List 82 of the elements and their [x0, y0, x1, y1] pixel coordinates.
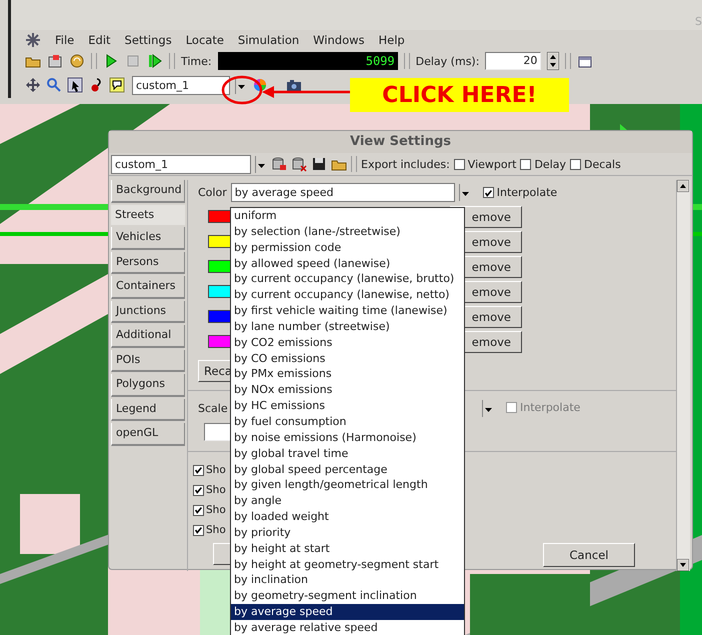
- checkbox[interactable]: [193, 464, 204, 476]
- camera-icon[interactable]: [286, 77, 302, 93]
- settings-tab[interactable]: Persons: [111, 252, 185, 274]
- settings-tab[interactable]: POIs: [111, 350, 185, 372]
- show-option: Sho: [206, 524, 226, 536]
- save-icon[interactable]: [311, 156, 327, 172]
- export-option: Decals: [584, 158, 621, 170]
- dropdown-option[interactable]: by priority: [231, 524, 464, 541]
- menu-item[interactable]: Simulation: [238, 33, 300, 47]
- dropdown-option[interactable]: by given length/geometrical length: [231, 477, 464, 494]
- time-label: Time:: [181, 54, 212, 68]
- show-option: Sho: [206, 484, 226, 496]
- scroll-up-icon[interactable]: [677, 180, 689, 192]
- settings-tab[interactable]: openGL: [111, 423, 185, 446]
- cancel-button[interactable]: Cancel: [543, 543, 635, 567]
- menu-item[interactable]: File: [55, 33, 74, 47]
- dropdown-option[interactable]: by global travel time: [231, 446, 464, 462]
- settings-tab[interactable]: Containers: [111, 276, 185, 298]
- time-display: 5099: [218, 52, 398, 70]
- dropdown-option[interactable]: by average speed: [231, 604, 464, 620]
- interpolate-option: Interpolate: [520, 400, 580, 414]
- color-combo[interactable]: by average speed: [230, 182, 455, 202]
- highlight-ring: [221, 75, 263, 105]
- checkbox[interactable]: [520, 158, 532, 170]
- export-option: Viewport: [468, 158, 516, 170]
- settings-tab[interactable]: Background: [111, 180, 185, 202]
- settings-tab[interactable]: Legend: [111, 398, 185, 421]
- checkbox[interactable]: [193, 484, 204, 496]
- spinner-icon[interactable]: [547, 52, 560, 70]
- show-option: Sho: [206, 504, 226, 516]
- scale-label: Scale: [198, 402, 228, 414]
- dropdown-option[interactable]: by height at start: [231, 540, 464, 557]
- color-wheel-icon[interactable]: [252, 77, 268, 93]
- menu-item[interactable]: Settings: [124, 33, 172, 47]
- settings-tab[interactable]: Polygons: [111, 374, 185, 396]
- menu-item[interactable]: Edit: [88, 33, 111, 47]
- dialog-title: View Settings: [109, 131, 692, 153]
- show-option: Sho: [206, 464, 226, 476]
- checkbox[interactable]: [454, 158, 465, 170]
- scroll-down-icon[interactable]: [677, 559, 689, 571]
- dropdown-option[interactable]: by average relative speed: [231, 620, 464, 635]
- database-add-icon[interactable]: [271, 156, 287, 172]
- callout-banner: CLICK HERE!: [350, 78, 569, 112]
- dropdown-option[interactable]: by global speed percentage: [231, 462, 464, 478]
- checkbox[interactable]: [193, 524, 204, 536]
- scrollbar[interactable]: [676, 180, 690, 571]
- dropdown-option[interactable]: by inclination: [231, 572, 464, 588]
- checkbox[interactable]: [193, 504, 204, 516]
- scheme-combo[interactable]: custom_1: [111, 154, 251, 174]
- dropdown-option[interactable]: by fuel consumption: [231, 414, 464, 430]
- interpolate-option: Interpolate: [496, 186, 558, 198]
- folder-icon[interactable]: [47, 53, 63, 69]
- delay-field[interactable]: 20: [485, 52, 542, 70]
- checkbox[interactable]: [570, 158, 581, 170]
- export-option: Delay: [534, 158, 566, 170]
- reload-icon[interactable]: [69, 53, 85, 69]
- menu-item[interactable]: Help: [378, 33, 405, 47]
- checkbox[interactable]: [482, 186, 494, 198]
- step-icon[interactable]: [147, 53, 163, 69]
- dropdown-option[interactable]: by height at geometry-segment start: [231, 556, 464, 572]
- export-label: Export includes:: [361, 158, 450, 170]
- settings-tab[interactable]: Additional: [111, 325, 185, 348]
- move-icon[interactable]: [25, 77, 41, 93]
- menu-item[interactable]: Windows: [313, 33, 365, 47]
- settings-tab[interactable]: Vehicles: [111, 227, 185, 250]
- dropdown-option[interactable]: by HC emissions: [231, 398, 464, 414]
- scheme-combo[interactable]: custom_1: [132, 76, 230, 94]
- dropdown-option[interactable]: by geometry-segment inclination: [231, 588, 464, 604]
- menu-item[interactable]: Locate: [186, 33, 224, 47]
- locate-icon[interactable]: [67, 77, 83, 93]
- settings-tab[interactable]: Streets: [111, 204, 185, 225]
- search-icon[interactable]: [46, 77, 62, 93]
- delay-label: Delay (ms):: [416, 54, 480, 68]
- dropdown-option[interactable]: by noise emissions (Harmonoise): [231, 430, 464, 446]
- dropdown-option[interactable]: by loaded weight: [231, 509, 464, 525]
- dropdown-option[interactable]: by angle: [231, 493, 464, 510]
- database-delete-icon[interactable]: [291, 156, 307, 172]
- settings-tab[interactable]: Junctions: [111, 300, 185, 323]
- app-icon: [25, 32, 41, 48]
- dropdown-option[interactable]: by NOx emissions: [231, 382, 464, 398]
- color-label: Color: [198, 186, 227, 198]
- speech-bubble-icon[interactable]: [109, 77, 125, 93]
